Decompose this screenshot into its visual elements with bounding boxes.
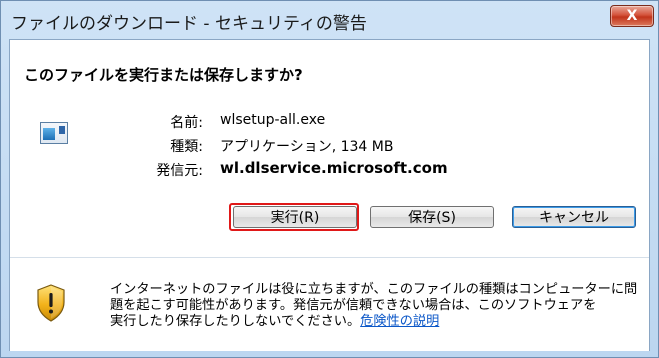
file-info-labels: 名前: 種類: 発信元: — [110, 112, 203, 192]
warning-panel: インターネットのファイルは役に立ちますが、このファイルの種類はコンピューターに問… — [10, 258, 649, 351]
run-button[interactable]: 実行(R) — [233, 206, 357, 228]
save-button-label: 保存(S) — [408, 210, 456, 226]
close-icon: X — [626, 8, 638, 24]
file-type-value: アプリケーション, 134 MB — [220, 139, 394, 155]
title-bar[interactable]: ファイルのダウンロード - セキュリティの警告 X — [1, 1, 658, 39]
security-warning-dialog: ファイルのダウンロード - セキュリティの警告 X このファイルを実行または保存… — [0, 0, 659, 358]
run-button-label: 実行(R) — [270, 210, 320, 226]
save-button[interactable]: 保存(S) — [370, 206, 494, 228]
name-label: 名前: — [170, 115, 203, 131]
file-source-value: wl.dlservice.microsoft.com — [220, 159, 448, 177]
source-label: 発信元: — [156, 163, 203, 179]
warning-line-2: 題を起こす可能性があります。発信元が信頼できない場合は、このソフトウェアを — [110, 298, 597, 313]
application-icon — [40, 122, 68, 144]
dialog-body: このファイルを実行または保存しますか? 名前: 種類: 発信元: wlsetup… — [9, 39, 650, 351]
risk-explanation-link[interactable]: 危険性の説明 — [360, 314, 439, 329]
cancel-button-label: キャンセル — [539, 210, 609, 226]
warning-message: インターネットのファイルは役に立ちますが、このファイルの種類はコンピューターに問… — [110, 282, 640, 330]
close-button[interactable]: X — [610, 5, 654, 27]
shield-warning-icon — [37, 284, 65, 322]
type-label: 種類: — [170, 139, 203, 155]
file-name-value: wlsetup-all.exe — [220, 112, 326, 128]
warning-line-3-text: 実行したり保存したりしないでください。 — [110, 314, 361, 329]
prompt-question: このファイルを実行または保存しますか? — [24, 66, 303, 84]
warning-line-1: インターネットのファイルは役に立ちますが、このファイルの種類はコンピューターに問 — [110, 282, 638, 297]
cancel-button[interactable]: キャンセル — [512, 206, 636, 228]
file-info-values: wlsetup-all.exe アプリケーション, 134 MB wl.dlse… — [220, 112, 600, 192]
window-title: ファイルのダウンロード - セキュリティの警告 — [11, 14, 367, 34]
warning-line-3: 実行したり保存したりしないでください。危険性の説明 — [110, 314, 640, 330]
